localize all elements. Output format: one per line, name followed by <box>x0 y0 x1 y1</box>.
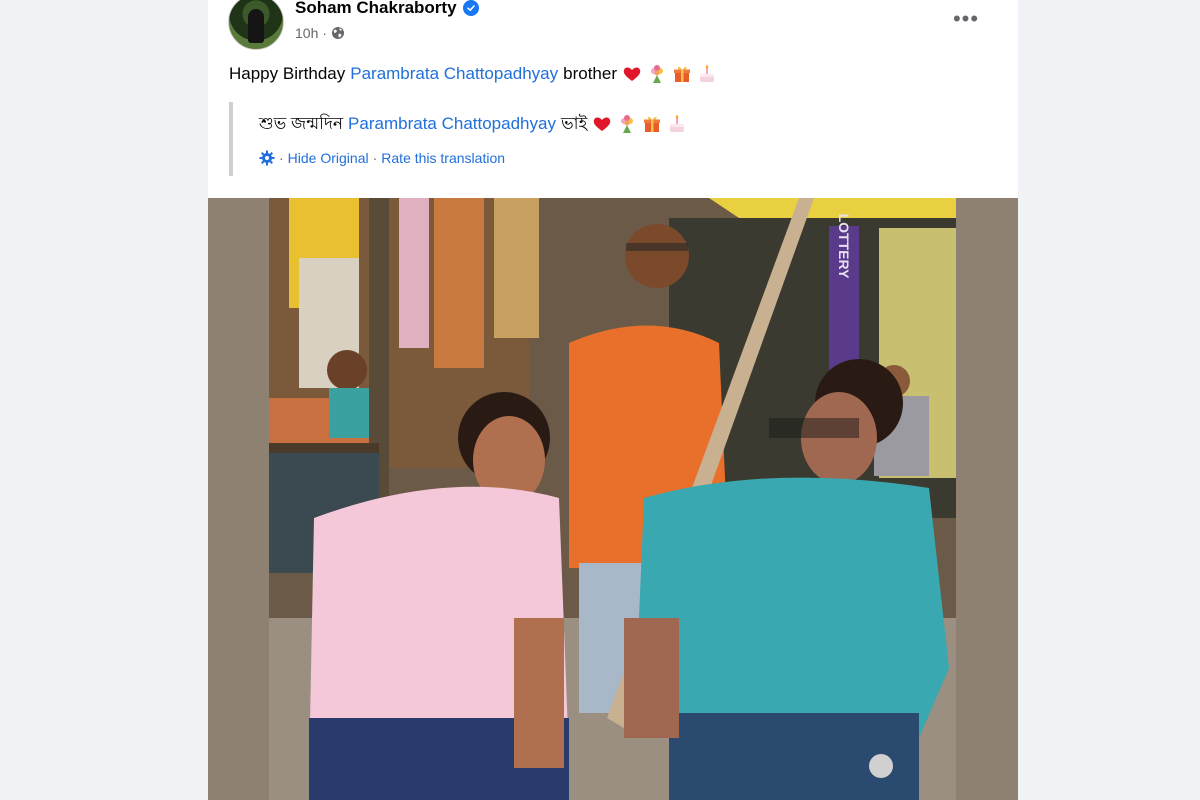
gift-emoji <box>672 64 692 84</box>
mention-link-original[interactable]: Parambrata Chattopadhyay <box>348 111 556 137</box>
original-text-prefix: শুভ জন্মদিন <box>259 114 344 133</box>
post-text-suffix: brother <box>563 64 618 83</box>
bouquet-emoji <box>647 64 667 84</box>
photo-frame: LOTTERY <box>208 198 1018 800</box>
verified-badge-icon <box>462 0 479 16</box>
post-text-prefix: Happy Birthday <box>229 64 346 83</box>
lottery-sign-text: LOTTERY <box>836 214 852 279</box>
globe-icon <box>331 26 345 40</box>
heart-emoji <box>622 64 642 84</box>
meta-separator: · <box>322 25 328 41</box>
post-meta: 10h · <box>295 25 345 41</box>
author-row: Soham Chakraborty <box>295 0 479 20</box>
gear-icon[interactable] <box>259 150 275 166</box>
bouquet-emoji <box>617 114 637 134</box>
author-name[interactable]: Soham Chakraborty <box>295 0 457 18</box>
action-separator: · <box>372 150 378 166</box>
translation-actions: · Hide Original · Rate this translation <box>259 150 505 166</box>
post-card: Soham Chakraborty 10h · ••• Happy Birthd… <box>208 0 1018 800</box>
author-avatar[interactable] <box>228 0 284 50</box>
photo-illustration: LOTTERY <box>269 198 956 800</box>
gift-emoji <box>642 114 662 134</box>
post-timestamp[interactable]: 10h <box>295 25 318 41</box>
cake-emoji <box>697 64 717 84</box>
original-text-suffix: ভাই <box>560 114 588 133</box>
cake-emoji <box>667 114 687 134</box>
more-options-icon[interactable]: ••• <box>948 4 984 34</box>
post-text: Happy Birthday Parambrata Chattopadhyay … <box>229 61 717 87</box>
translation-block: শুভ জন্মদিন Parambrata Chattopadhyay ভাই <box>229 102 989 176</box>
post-photo[interactable]: LOTTERY <box>269 198 956 800</box>
action-separator: · <box>279 150 284 166</box>
hide-original-link[interactable]: Hide Original <box>288 150 369 166</box>
original-text: শুভ জন্মদিন Parambrata Chattopadhyay ভাই <box>259 111 687 137</box>
mention-link[interactable]: Parambrata Chattopadhyay <box>350 61 558 87</box>
heart-emoji <box>592 114 612 134</box>
rate-translation-link[interactable]: Rate this translation <box>381 150 505 166</box>
